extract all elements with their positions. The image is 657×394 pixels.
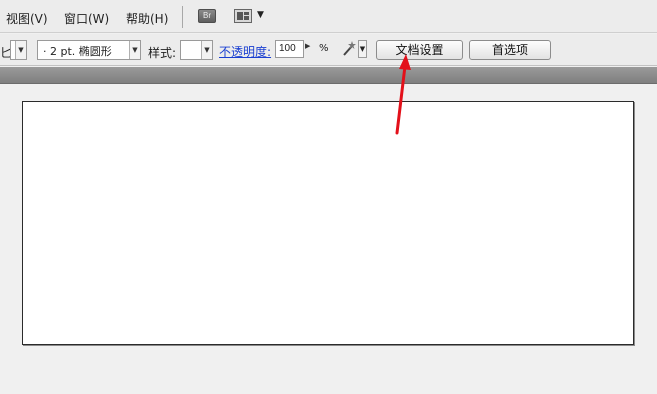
chevron-down-icon: ▼ bbox=[15, 41, 26, 59]
style-dropdown[interactable]: ▼ bbox=[180, 40, 213, 60]
menu-divider bbox=[182, 6, 183, 28]
workspace-layout-icon[interactable] bbox=[234, 9, 252, 23]
style-label: 样式: bbox=[148, 46, 177, 60]
cut-dropdown[interactable]: ▼ bbox=[10, 40, 27, 60]
chevron-down-icon: ▼ bbox=[129, 41, 140, 59]
chevron-down-icon: ▼ bbox=[201, 41, 212, 59]
artboard[interactable] bbox=[22, 101, 634, 345]
menu-bar: 视图(V) 窗口(W) 帮助(H) Br ▼ bbox=[0, 0, 657, 33]
opacity-link[interactable]: 不透明度: bbox=[219, 43, 271, 60]
magic-wand-icon[interactable] bbox=[341, 40, 357, 58]
chevron-down-icon[interactable]: ▼ bbox=[257, 10, 264, 20]
document-setup-button[interactable]: 文档设置 bbox=[376, 40, 463, 60]
document-tab-strip bbox=[0, 67, 657, 84]
menu-window[interactable]: 窗口(W) bbox=[64, 10, 109, 27]
stroke-profile-value: · 2 pt. 椭圆形 bbox=[43, 45, 112, 58]
menu-view[interactable]: 视图(V) bbox=[6, 10, 48, 27]
menu-help[interactable]: 帮助(H) bbox=[126, 10, 168, 27]
chevron-down-icon[interactable]: ▼ bbox=[358, 40, 367, 58]
opacity-input[interactable]: 100 bbox=[275, 40, 304, 58]
bridge-button[interactable]: Br bbox=[198, 9, 216, 23]
stroke-profile-dropdown[interactable]: · 2 pt. 椭圆形 ▼ bbox=[37, 40, 141, 60]
chevron-right-icon[interactable]: ▶ bbox=[305, 42, 310, 50]
preferences-button[interactable]: 首选项 bbox=[469, 40, 551, 60]
percent-label: % bbox=[319, 43, 329, 54]
